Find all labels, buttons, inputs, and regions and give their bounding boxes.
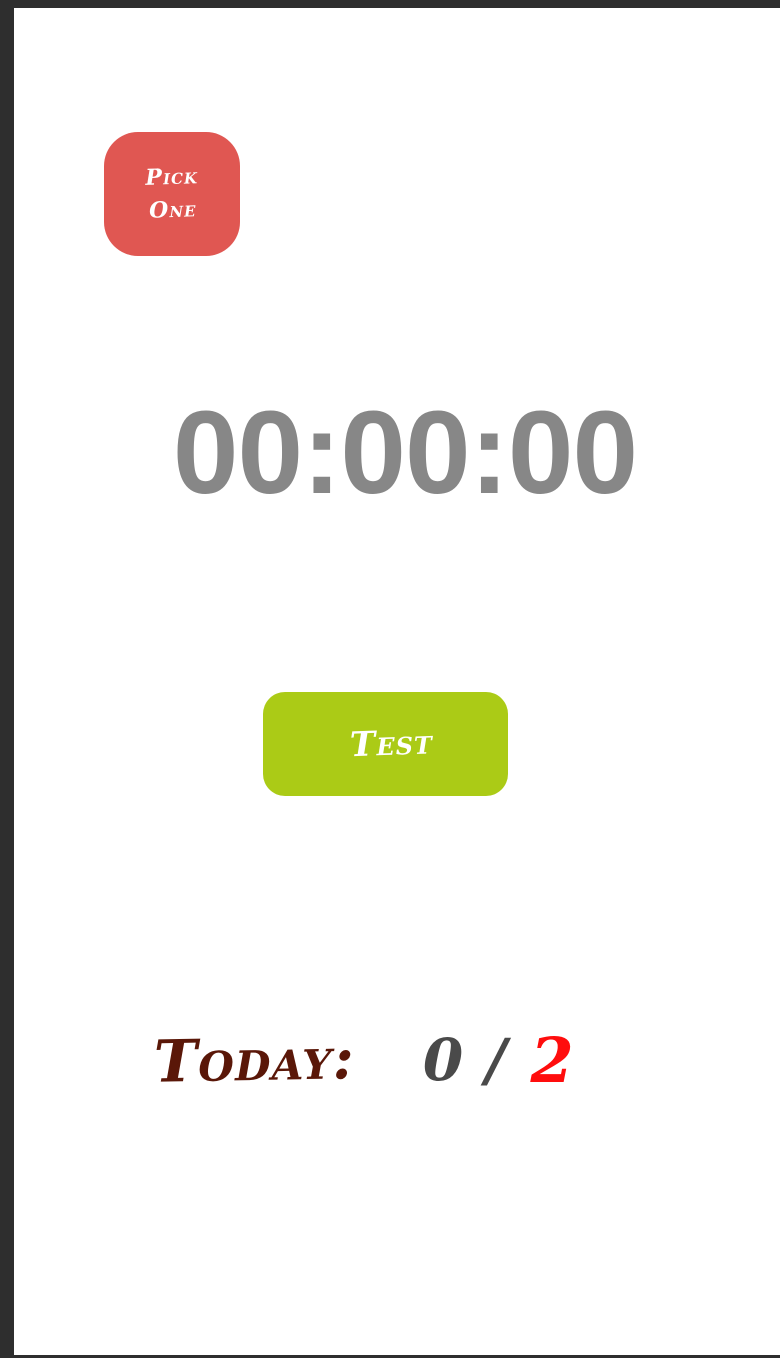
pick-one-button[interactable]: Pick One [104,132,240,256]
timer-display: 00:00:00 [172,387,638,519]
app-screen: Pick One 00:00:00 Test Today: 0 / 2 [0,0,780,1358]
today-separator: / [485,1026,507,1094]
test-button[interactable]: Test [263,692,508,796]
today-progress: Today: 0 / 2 [153,1020,574,1100]
pick-one-label: Pick One [144,163,199,224]
test-button-label: Test [349,722,434,766]
today-label: Today: [153,1024,356,1096]
today-goal-count: 2 [530,1023,574,1097]
today-done-count: 0 [422,1026,464,1094]
